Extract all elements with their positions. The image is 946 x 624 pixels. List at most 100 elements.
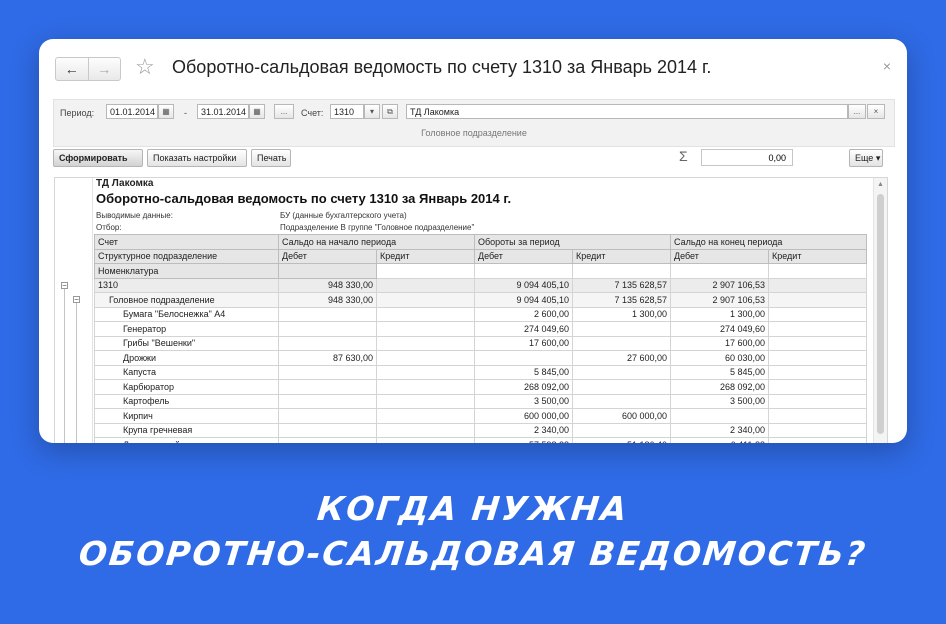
cell-oc bbox=[376, 321, 475, 337]
show-settings-button[interactable]: Показать настройки bbox=[147, 149, 247, 167]
title-bar: ← → ☆ Оборотно-сальдовая ведомость по сч… bbox=[39, 39, 907, 97]
favorite-star-icon[interactable]: ☆ bbox=[135, 56, 155, 78]
table-row[interactable]: Головное подразделение 948 330,00 9 094 40… bbox=[94, 292, 867, 308]
header-debit: Дебет bbox=[670, 248, 769, 264]
cell-cc bbox=[768, 393, 867, 409]
scrollbar-thumb[interactable] bbox=[877, 194, 884, 434]
cell-tc: 600 000,00 bbox=[572, 408, 671, 424]
row-name: Картофель bbox=[94, 393, 279, 409]
cell-td: 57 598,28 bbox=[474, 437, 573, 443]
row-name: Бумага "Белоснежка" А4 bbox=[94, 306, 279, 322]
cell-tc bbox=[572, 321, 671, 337]
cell-oc bbox=[376, 364, 475, 380]
cell-cc bbox=[768, 437, 867, 443]
table-row[interactable]: Капуста 5 845,00 5 845,00 bbox=[94, 364, 867, 380]
row-name: Кирпич bbox=[94, 408, 279, 424]
group-line bbox=[64, 286, 65, 443]
cell-td: 2 600,00 bbox=[474, 306, 573, 322]
cell-tc bbox=[572, 379, 671, 395]
cell-td: 17 600,00 bbox=[474, 335, 573, 351]
cell-od: 87 630,00 bbox=[278, 350, 377, 366]
cell-td: 3 500,00 bbox=[474, 393, 573, 409]
output-value: БУ (данные бухгалтерского учета) bbox=[280, 211, 407, 220]
cell-cc bbox=[768, 321, 867, 337]
cell-oc bbox=[376, 277, 475, 293]
cell-od bbox=[278, 306, 377, 322]
date-from-input[interactable]: 01.01.2014 bbox=[106, 104, 158, 119]
dropdown-icon[interactable]: ▾ bbox=[364, 104, 380, 119]
row-name: Головное подразделение bbox=[94, 292, 279, 308]
grouping-gutter: − − bbox=[55, 178, 93, 443]
cell-tc: 7 135 628,57 bbox=[572, 277, 671, 293]
vertical-scrollbar[interactable]: ▲ bbox=[873, 178, 887, 443]
table-row[interactable]: Картофель 3 500,00 3 500,00 bbox=[94, 393, 867, 409]
cell-od bbox=[278, 364, 377, 380]
calendar-icon[interactable]: ▦ bbox=[158, 104, 174, 119]
period-select-button[interactable]: ... bbox=[274, 104, 294, 119]
header-row: Счет Сальдо на начало периода Обороты за… bbox=[94, 234, 867, 250]
table-row[interactable]: Крупа гречневая 2 340,00 2 340,00 bbox=[94, 422, 867, 438]
nav-buttons: ← → bbox=[55, 57, 121, 81]
cell-tc bbox=[572, 393, 671, 409]
row-name: Лук репчатый bbox=[94, 437, 279, 443]
table-row[interactable]: Лук репчатый 57 598,2851 186,406 411,88 bbox=[94, 437, 867, 443]
period-label: Период: bbox=[60, 108, 95, 118]
close-icon[interactable]: × bbox=[883, 58, 891, 74]
header-closing: Сальдо на конец периода bbox=[670, 234, 867, 250]
cell-cd: 2 340,00 bbox=[670, 422, 769, 438]
cell-cd: 268 092,00 bbox=[670, 379, 769, 395]
table-row[interactable]: Кирпич 600 000,00 600 000,00 bbox=[94, 408, 867, 424]
header-row: Структурное подразделение Дебет Кредит Д… bbox=[94, 248, 867, 264]
cell-cc bbox=[768, 422, 867, 438]
table-row[interactable]: Бумага "Белоснежка" А4 2 600,00 1 300,00 1 … bbox=[94, 306, 867, 322]
more-menu-button[interactable]: Еще ▾ bbox=[849, 149, 883, 167]
cell-cd: 6 411,88 bbox=[670, 437, 769, 443]
open-icon[interactable]: ⧉ bbox=[382, 104, 398, 119]
cell-td: 2 340,00 bbox=[474, 422, 573, 438]
report-title: Оборотно-сальдовая ведомость по счету 13… bbox=[96, 191, 512, 206]
cell-cc bbox=[768, 292, 867, 308]
collapse-icon[interactable]: − bbox=[61, 282, 68, 290]
header-account: Счет bbox=[94, 234, 279, 250]
organization-input[interactable]: ТД Лакомка bbox=[406, 104, 848, 119]
date-to-input[interactable]: 31.01.2014 bbox=[197, 104, 249, 119]
table-row[interactable]: Карбюратор 268 092,00 268 092,00 bbox=[94, 379, 867, 395]
report-org: ТД Лакомка bbox=[96, 178, 154, 189]
cell-cc bbox=[768, 277, 867, 293]
select-button[interactable]: ... bbox=[848, 104, 866, 119]
print-button[interactable]: Печать bbox=[251, 149, 291, 167]
table-row[interactable]: Генератор 274 049,60 274 049,60 bbox=[94, 321, 867, 337]
group-line bbox=[76, 300, 77, 443]
report-area[interactable]: − − ТД Лакомка Оборотно-сальдовая ведомо… bbox=[54, 177, 888, 443]
collapse-icon[interactable]: − bbox=[73, 296, 80, 304]
account-input[interactable]: 1310 bbox=[330, 104, 364, 119]
row-name: Капуста bbox=[94, 364, 279, 380]
cell-oc bbox=[376, 335, 475, 351]
cell-tc: 51 186,40 bbox=[572, 437, 671, 443]
cell-od bbox=[278, 379, 377, 395]
period-dash: - bbox=[184, 108, 187, 118]
filter-value: Подразделение В группе "Головное подразд… bbox=[280, 223, 475, 232]
cell-od: 948 330,00 bbox=[278, 292, 377, 308]
parameters-panel: Период: 01.01.2014 ▦ - 31.01.2014 ▦ ... … bbox=[53, 99, 895, 147]
generate-button[interactable]: Сформировать bbox=[53, 149, 143, 167]
row-name: Грибы "Вешенки" bbox=[94, 335, 279, 351]
cell-cd: 60 030,00 bbox=[670, 350, 769, 366]
back-button[interactable]: ← bbox=[56, 58, 88, 80]
filter-label: Отбор: bbox=[96, 223, 122, 232]
cell-oc bbox=[376, 437, 475, 443]
cell-cd: 3 500,00 bbox=[670, 393, 769, 409]
forward-button[interactable]: → bbox=[87, 58, 121, 80]
cell-tc: 27 600,00 bbox=[572, 350, 671, 366]
header-division: Структурное подразделение bbox=[94, 248, 279, 264]
cell-od bbox=[278, 408, 377, 424]
cell-tc bbox=[572, 335, 671, 351]
clear-icon[interactable]: × bbox=[867, 104, 885, 119]
table-row[interactable]: 1310 948 330,00 9 094 405,10 7 135 628,57 2 … bbox=[94, 277, 867, 293]
table-row[interactable]: Дрожжи 87 630,00 27 600,00 60 030,00 bbox=[94, 350, 867, 366]
cell-td: 5 845,00 bbox=[474, 364, 573, 380]
calendar-icon[interactable]: ▦ bbox=[249, 104, 265, 119]
scroll-up-icon[interactable]: ▲ bbox=[877, 181, 884, 188]
table-row[interactable]: Грибы "Вешенки" 17 600,00 17 600,00 bbox=[94, 335, 867, 351]
cell-tc: 1 300,00 bbox=[572, 306, 671, 322]
